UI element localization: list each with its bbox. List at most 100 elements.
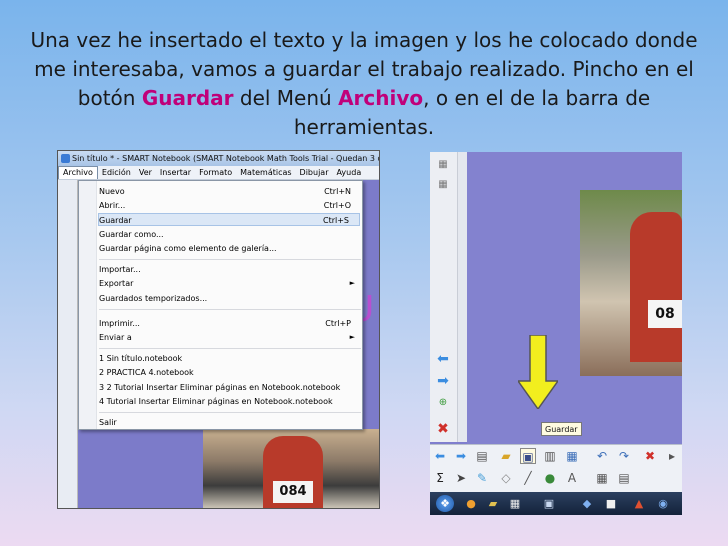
grid-icon[interactable]: ▦ [432,158,454,172]
menu-item-salir[interactable]: Salir [99,416,361,429]
menu-item-label: Imprimir... [99,319,140,328]
menu-item-shortcut: Ctrl+S [322,216,349,225]
tray-icon[interactable]: ■ [602,495,620,512]
menu-item-label: Guardar [99,216,132,225]
window-titlebar: Sin título * - SMART Notebook (SMART Not… [58,151,379,166]
delete-page-icon[interactable]: ✖ [432,422,454,436]
program-icon[interactable]: ▦ [506,495,524,512]
menu-item-label: Guardar como... [99,230,164,239]
menu-item-shortcut: Ctrl+N [324,187,351,196]
menu-matematicas[interactable]: Matemáticas [236,166,295,180]
menu-item-imprimir[interactable]: Imprimir... Ctrl+P [99,317,361,330]
shapes-icon[interactable]: ● [542,470,558,486]
menu-icon-strip [79,181,97,429]
guardar-tooltip: Guardar [541,422,582,436]
menu-item-label: Enviar a [99,333,132,342]
menubar: Archivo Edición Ver Insertar Formato Matemáti… [58,166,379,180]
menu-item-guardados-temporizados[interactable]: Guardados temporizados... [99,292,361,305]
toolbar-more-icon[interactable]: ▸ [664,448,680,464]
pen-icon[interactable]: ✎ [474,470,490,486]
delete-icon[interactable]: ✖ [642,448,658,464]
menu-item-label: Guardados temporizados... [99,294,208,303]
menu-ayuda[interactable]: Ayuda [333,166,366,180]
explorer-icon[interactable]: ▰ [484,495,502,512]
menu-insertar[interactable]: Insertar [156,166,195,180]
archivo-dropdown-menu: Nuevo Ctrl+N Abrir... Ctrl+O Guardar Ctrl+S… [78,180,363,430]
tray-icon[interactable]: ◆ [578,495,596,512]
menu-ver[interactable]: Ver [135,166,156,180]
menu-item-label: Salir [99,418,117,427]
text-icon[interactable]: A [564,470,580,486]
back-icon[interactable]: ⬅ [432,448,448,464]
cursor-icon[interactable]: ➤ [453,470,469,486]
menu-item-label: 4 Tutorial Insertar Eliminar páginas en … [99,397,333,406]
menu-item-recent-3[interactable]: 3 2 Tutorial Insertar Eliminar páginas e… [99,381,361,394]
menu-edicion[interactable]: Edición [98,166,135,180]
menu-item-shortcut: Ctrl+O [323,201,351,210]
right-screenshot: ▦ ▦ ⬅ ➡ ⊕ ✖ 08 Guardar ⬅ ➡ ▤ ▰ ▣ ▥ ▦ ↶ ↷… [430,152,682,515]
caption-text-2: del Menú [233,86,339,110]
menu-item-guardar-galeria[interactable]: Guardar página como elemento de galería.… [99,242,361,255]
smart-notebook-app-icon [61,154,70,163]
properties-icon[interactable]: ▤ [616,470,632,486]
submenu-arrow-icon: ► [349,279,355,287]
screen-icon[interactable]: ▦ [564,448,580,464]
menu-item-label: Importar... [99,265,141,274]
main-toolbar: ⬅ ➡ ▤ ▰ ▣ ▥ ▦ ↶ ↷ ✖ ▸ Σ ➤ ✎ ◇ ╱ ● A ▦ ▤ [430,444,682,492]
menu-item-label: Nuevo [99,187,125,196]
paste-icon[interactable]: ▥ [542,448,558,464]
notebook-task-icon[interactable]: ▣ [540,495,558,512]
menu-item-label: 1 Sin título.notebook [99,354,183,363]
caption-highlight-archivo: Archivo [338,86,424,110]
undo-icon[interactable]: ↶ [594,448,610,464]
menu-separator [99,412,361,413]
submenu-arrow-icon: ► [349,333,355,341]
menu-item-nuevo[interactable]: Nuevo Ctrl+N [99,185,361,198]
menu-item-recent-2[interactable]: 2 PRACTICA 4.notebook [99,366,361,379]
add-page-icon[interactable]: ⊕ [432,396,454,410]
menu-item-abrir[interactable]: Abrir... Ctrl+O [99,199,361,212]
menu-dibujar[interactable]: Dibujar [296,166,333,180]
left-screenshot: Sin título * - SMART Notebook (SMART Not… [57,150,380,509]
menu-separator [99,259,361,260]
start-button-icon[interactable]: ❖ [436,495,454,512]
forward-icon[interactable]: ➡ [453,448,469,464]
menu-item-importar[interactable]: Importar... [99,263,361,276]
menu-item-recent-1[interactable]: 1 Sin título.notebook [99,352,361,365]
runner-bib: 08 [648,300,682,328]
firefox-icon[interactable]: ● [462,495,480,512]
redo-icon[interactable]: ↷ [616,448,632,464]
runner-bib: 084 [273,481,313,503]
menu-item-shortcut: Ctrl+P [325,319,351,328]
eraser-icon[interactable]: ◇ [498,470,514,486]
menu-archivo[interactable]: Archivo [58,166,98,179]
menu-item-label: Exportar [99,279,134,288]
tray-icon[interactable]: ▲ [630,495,648,512]
side-panel [58,180,78,508]
open-folder-icon[interactable]: ▰ [498,448,514,464]
menu-item-enviar-a[interactable]: Enviar a ► [99,331,361,344]
save-icon[interactable]: ▣ [520,448,536,464]
runner-figure [630,212,682,362]
instruction-caption: Una vez he insertado el texto y la image… [30,26,698,142]
menu-item-guardar-como[interactable]: Guardar como... [99,228,361,241]
tray-icon[interactable]: ◉ [654,495,672,512]
menu-item-guardar[interactable]: Guardar Ctrl+S [98,213,360,226]
menu-formato[interactable]: Formato [195,166,236,180]
window-title: Sin título * - SMART Notebook (SMART Not… [72,154,379,163]
table-icon[interactable]: ▦ [594,470,610,486]
windows-taskbar: ❖ ● ▰ ▦ ▣ ◆ ■ ▲ ◉ [430,492,682,515]
previous-page-icon[interactable]: ⬅ [432,352,454,366]
caption-highlight-guardar: Guardar [141,86,234,110]
grid-icon[interactable]: ▦ [432,178,454,192]
new-page-icon[interactable]: ▤ [474,448,490,464]
menu-item-recent-4[interactable]: 4 Tutorial Insertar Eliminar páginas en … [99,395,361,408]
sigma-icon[interactable]: Σ [432,470,448,486]
menu-item-label: Guardar página como elemento de galería.… [99,244,277,253]
vertical-scrollbar[interactable] [457,152,467,442]
line-icon[interactable]: ╱ [520,470,536,486]
next-page-icon[interactable]: ➡ [432,374,454,388]
down-arrow-icon [518,335,558,409]
menu-item-exportar[interactable]: Exportar ► [99,277,361,290]
menu-separator [99,348,361,349]
